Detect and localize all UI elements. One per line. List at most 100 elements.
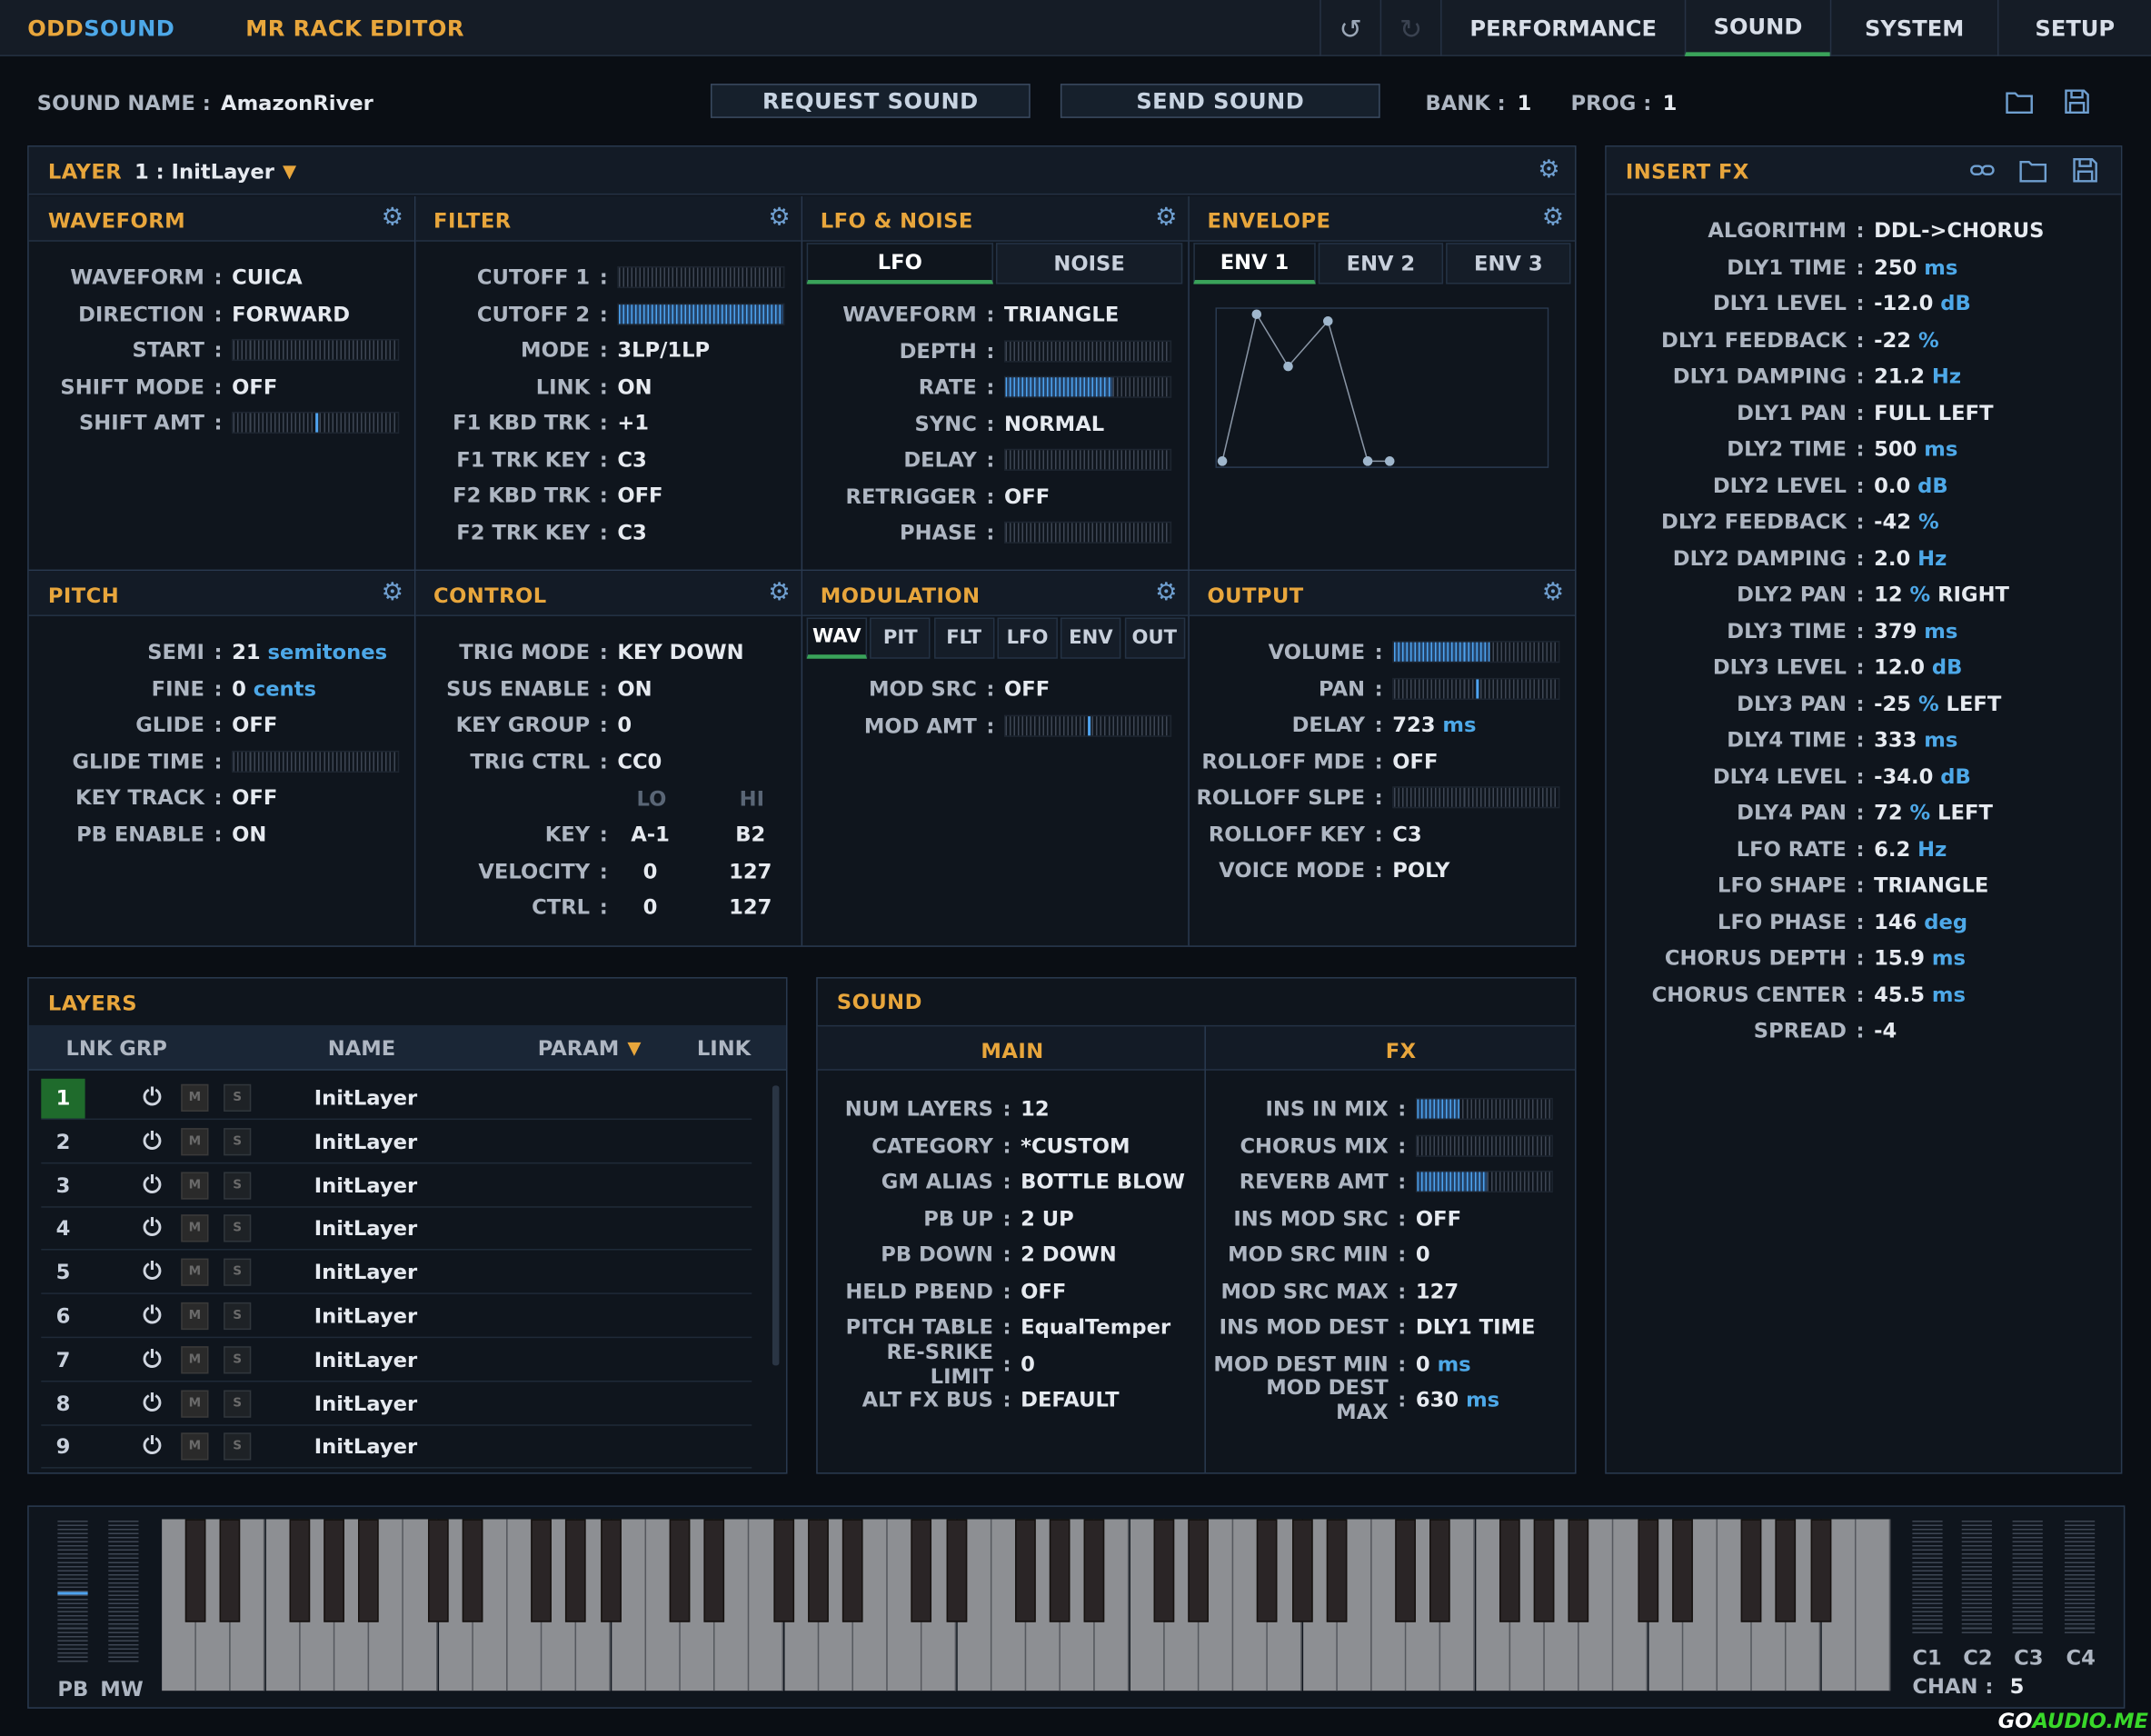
param-slider[interactable] [1392,677,1560,700]
layer-row[interactable]: 3 ⏻ M S InitLayer [41,1164,752,1208]
black-key[interactable] [324,1519,344,1622]
black-key[interactable] [1153,1519,1174,1622]
param-value[interactable]: 6.2 Hz [1874,836,1947,861]
param-value[interactable]: 0.0 dB [1874,473,1947,497]
param-value[interactable]: NORMAL [1004,411,1104,435]
black-key[interactable] [1257,1519,1279,1622]
black-key[interactable] [911,1519,932,1622]
black-key[interactable] [1291,1519,1313,1622]
cc1-slider[interactable] [1912,1520,1943,1636]
range-lo-value[interactable]: A-1 [617,822,682,846]
layer-name[interactable]: InitLayer [314,1172,417,1197]
param-value[interactable]: C3 [617,519,646,544]
black-key[interactable] [1740,1519,1762,1622]
black-key[interactable] [669,1519,691,1622]
env-node[interactable] [1283,361,1293,372]
param-value[interactable]: -12.0 dB [1874,291,1971,315]
power-icon[interactable]: ⏻ [137,1302,167,1330]
param-slider[interactable] [617,265,785,289]
param-value[interactable]: 0 ms [1416,1351,1471,1375]
filter-settings-button[interactable]: ⚙ [768,203,790,232]
param-value[interactable]: 250 ms [1874,254,1957,279]
layer-number[interactable]: 2 [41,1122,85,1162]
param-value[interactable]: C3 [617,446,646,471]
layer-name[interactable]: InitLayer [314,1347,417,1372]
param-value[interactable]: BOTTLE BLOW [1021,1169,1185,1193]
request-sound-button[interactable]: REQUEST SOUND [710,84,1031,118]
undo-button[interactable]: ↺ [1319,0,1379,56]
layer-row[interactable]: 9 ⏻ M S InitLayer [41,1426,752,1470]
param-value[interactable]: 0 [617,713,632,737]
param-value[interactable]: 15.9 ms [1874,945,1966,970]
param-value[interactable]: 379 ms [1874,618,1957,643]
mute-button[interactable]: M [181,1432,209,1462]
tab-env1[interactable]: ENV 1 [1193,243,1316,284]
param-value[interactable]: 127 [1416,1278,1459,1302]
param-value[interactable]: 12.0 dB [1874,654,1962,679]
param-value[interactable]: OFF [1416,1205,1461,1230]
black-key[interactable] [1533,1519,1555,1622]
param-value[interactable]: DLY1 TIME [1416,1314,1536,1339]
mute-button[interactable]: M [181,1389,209,1418]
chan-value[interactable]: 5 [2010,1674,2025,1699]
param-slider[interactable] [1004,375,1172,398]
param-value[interactable]: 333 ms [1874,727,1957,752]
param-slider[interactable] [1415,1097,1553,1121]
param-value[interactable]: 21.2 Hz [1874,364,1961,388]
mute-button[interactable]: M [181,1258,209,1287]
fx-link-button[interactable] [1968,158,1996,188]
param-value[interactable]: OFF [1004,484,1050,508]
env-node[interactable] [1217,456,1228,466]
param-value[interactable]: -42 % [1874,509,1939,534]
black-key[interactable] [565,1519,587,1622]
cc2-slider[interactable] [1961,1520,1992,1636]
send-sound-button[interactable]: SEND SOUND [1060,84,1380,118]
power-icon[interactable]: ⏻ [137,1433,167,1461]
power-icon[interactable]: ⏻ [137,1346,167,1373]
layer-name[interactable]: InitLayer [314,1303,417,1328]
black-key[interactable] [1395,1519,1417,1622]
range-hi-value[interactable]: 127 [718,858,783,883]
open-sound-button[interactable] [2005,88,2035,121]
black-key[interactable] [462,1519,483,1622]
black-key[interactable] [946,1519,967,1622]
tab-performance[interactable]: PERFORMANCE [1440,0,1685,56]
tab-env2[interactable]: ENV 2 [1318,243,1444,284]
power-icon[interactable]: ⏻ [137,1128,167,1155]
sound-name-value[interactable]: AmazonRiver [221,91,373,115]
param-value[interactable]: 2 UP [1021,1205,1074,1230]
param-slider[interactable] [1392,786,1560,809]
param-value[interactable]: ON [617,676,652,701]
black-key[interactable] [600,1519,622,1622]
fx-open-button[interactable] [2018,156,2048,189]
layer-row[interactable]: 6 ⏻ M S InitLayer [41,1295,752,1339]
piano-keys[interactable] [162,1507,1890,1710]
black-key[interactable] [772,1519,794,1622]
cc4-slider[interactable] [2064,1520,2096,1636]
solo-button[interactable]: S [224,1127,252,1156]
layer-name[interactable]: InitLayer [314,1391,417,1415]
param-value[interactable]: OFF [1004,676,1050,701]
tab-system[interactable]: SYSTEM [1829,0,1997,56]
solo-button[interactable]: S [224,1302,252,1331]
param-value[interactable]: 12 % RIGHT [1874,582,2009,606]
black-key[interactable] [427,1519,449,1622]
param-value[interactable]: 45.5 ms [1874,982,1966,1006]
param-value[interactable]: OFF [232,713,277,737]
black-key[interactable] [220,1519,241,1622]
layer-number[interactable]: 4 [41,1209,85,1249]
param-value[interactable]: C3 [1392,822,1421,846]
tab-mod-pit[interactable]: PIT [870,617,931,659]
save-sound-button[interactable] [2062,86,2092,122]
mute-button[interactable]: M [181,1214,209,1243]
param-slider[interactable] [617,302,785,325]
black-key[interactable] [1499,1519,1520,1622]
black-key[interactable] [185,1519,206,1622]
param-value[interactable]: 2 DOWN [1021,1242,1117,1266]
param-value[interactable]: FULL LEFT [1874,400,1993,424]
param-value[interactable]: OFF [232,374,277,398]
param-slider[interactable] [1004,713,1172,737]
layer-number[interactable]: 9 [41,1427,85,1467]
waveform-settings-button[interactable]: ⚙ [382,203,403,232]
black-key[interactable] [1810,1519,1831,1622]
